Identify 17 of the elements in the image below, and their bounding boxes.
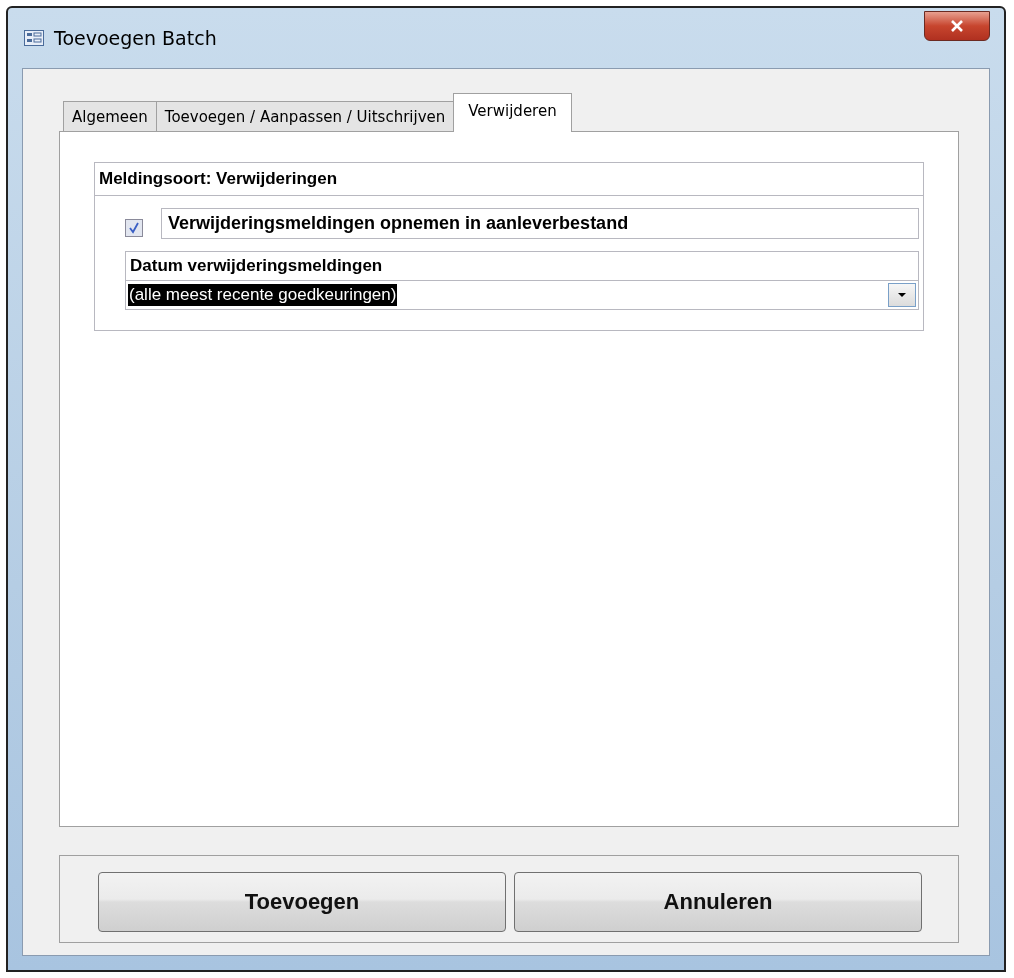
caret-icon xyxy=(897,292,907,298)
tab[interactable]: Toevoegen / Aanpassen / Uitschrijven xyxy=(155,101,455,131)
dropdown-button[interactable] xyxy=(888,283,916,307)
close-button[interactable] xyxy=(924,11,990,41)
checkbox[interactable] xyxy=(125,218,143,237)
dropdown-value: (alle meest recente goedkeuringen) xyxy=(128,284,398,306)
close-icon xyxy=(950,20,964,32)
dialog-button[interactable]: Toevoegen xyxy=(98,872,506,932)
dropdown-field[interactable]: (alle meest recente goedkeuringen) xyxy=(126,281,918,309)
tab[interactable]: Algemeen xyxy=(63,101,157,131)
dialog-button[interactable]: Annuleren xyxy=(514,872,922,932)
field-label: Datum verwijderingsmeldingen xyxy=(126,252,918,281)
form-icon xyxy=(24,30,44,46)
tab[interactable]: Verwijderen xyxy=(453,93,572,132)
checkbox-label: Verwijderingsmeldingen opnemen in aanleverbestand xyxy=(161,208,919,239)
group-title: Meldingsoort: Verwijderingen xyxy=(95,163,923,196)
window-title: Toevoegen Batch xyxy=(54,27,218,49)
